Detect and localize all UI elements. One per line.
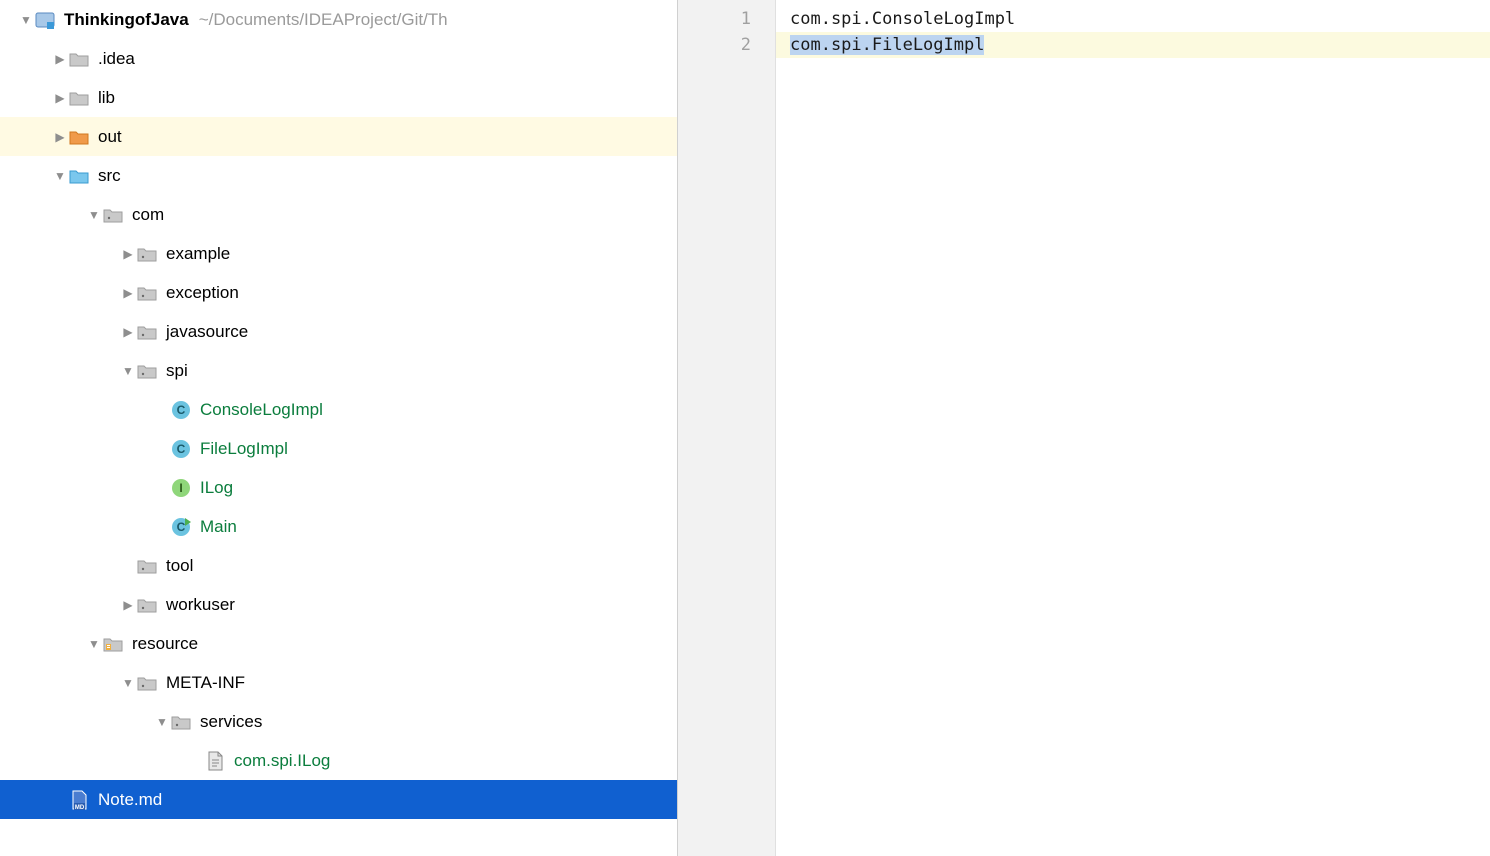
interface-icon: I: [170, 477, 192, 499]
module-icon: [34, 9, 56, 31]
chevron-right-icon[interactable]: ▶: [120, 247, 136, 261]
chevron-down-icon[interactable]: ▼: [86, 208, 102, 222]
tree-item-src[interactable]: ▼ src: [0, 156, 677, 195]
tree-item-com[interactable]: ▼ com: [0, 195, 677, 234]
tree-item-label: ThinkingofJava: [64, 10, 189, 30]
file-icon: [204, 750, 226, 772]
tree-item-label: FileLogImpl: [200, 439, 288, 459]
tree-item-consolelogimpl[interactable]: C ConsoleLogImpl: [0, 390, 677, 429]
chevron-right-icon[interactable]: ▶: [120, 325, 136, 339]
tree-item-idea[interactable]: ▶ .idea: [0, 39, 677, 78]
folder-icon: [68, 165, 90, 187]
code-text: com.spi.ConsoleLogImpl: [790, 9, 1015, 29]
editor-pane: 12 com.spi.ConsoleLogImpl com.spi.FileLog…: [678, 0, 1490, 856]
package-icon: [136, 321, 158, 343]
code-line[interactable]: com.spi.FileLogImpl: [776, 32, 1490, 58]
tree-item-label: resource: [132, 634, 198, 654]
tree-item-label: out: [98, 127, 122, 147]
tree-item-label: spi: [166, 361, 188, 381]
tree-item-label: META-INF: [166, 673, 245, 693]
code-line[interactable]: com.spi.ConsoleLogImpl: [776, 6, 1490, 32]
editor-code[interactable]: com.spi.ConsoleLogImpl com.spi.FileLogImp…: [776, 0, 1490, 856]
svg-text:MD: MD: [75, 805, 85, 811]
tree-item-notemd[interactable]: MD Note.md: [0, 780, 677, 819]
markdown-file-icon: MD: [68, 789, 90, 811]
package-icon: [136, 594, 158, 616]
tree-item-label: com: [132, 205, 164, 225]
tree-item-lib[interactable]: ▶ lib: [0, 78, 677, 117]
tree-item-main[interactable]: C Main: [0, 507, 677, 546]
tree-item-label: ConsoleLogImpl: [200, 400, 323, 420]
chevron-right-icon[interactable]: ▶: [120, 286, 136, 300]
project-path-hint: ~/Documents/IDEAProject/Git/Th: [199, 10, 448, 30]
tree-item-tool[interactable]: tool: [0, 546, 677, 585]
class-run-icon: C: [170, 516, 192, 538]
chevron-down-icon[interactable]: ▼: [120, 676, 136, 690]
gutter-line-number[interactable]: 2: [678, 32, 751, 58]
tree-item-label: .idea: [98, 49, 135, 69]
tree-item-javasource[interactable]: ▶ javasource: [0, 312, 677, 351]
tree-item-label: lib: [98, 88, 115, 108]
package-icon: [136, 672, 158, 694]
folder-icon: [68, 87, 90, 109]
svg-text:C: C: [177, 520, 186, 534]
tree-item-workuser[interactable]: ▶ workuser: [0, 585, 677, 624]
tree-item-resource[interactable]: ▼ resource: [0, 624, 677, 663]
tree-item-label: exception: [166, 283, 239, 303]
chevron-down-icon[interactable]: ▼: [154, 715, 170, 729]
package-icon: [136, 555, 158, 577]
svg-text:C: C: [177, 442, 186, 456]
svg-text:C: C: [177, 403, 186, 417]
tree-item-label: Note.md: [98, 790, 162, 810]
folder-icon: [68, 126, 90, 148]
chevron-down-icon[interactable]: ▼: [86, 637, 102, 651]
tree-item-label: ILog: [200, 478, 233, 498]
chevron-right-icon[interactable]: ▶: [52, 130, 68, 144]
package-icon: [102, 204, 124, 226]
chevron-right-icon[interactable]: ▶: [120, 598, 136, 612]
tree-item-label: src: [98, 166, 121, 186]
resource-folder-icon: [102, 633, 124, 655]
tree-item-ilog[interactable]: I ILog: [0, 468, 677, 507]
project-tree: ▼ ThinkingofJava ~/Documents/IDEAProject/G…: [0, 0, 678, 856]
tree-item-label: workuser: [166, 595, 235, 615]
folder-icon: [68, 48, 90, 70]
tree-item-label: services: [200, 712, 262, 732]
tree-item-services[interactable]: ▼ services: [0, 702, 677, 741]
package-icon: [136, 282, 158, 304]
tree-item-example[interactable]: ▶ example: [0, 234, 677, 273]
tree-item-root[interactable]: ▼ ThinkingofJava ~/Documents/IDEAProject/G…: [0, 0, 677, 39]
class-icon: C: [170, 399, 192, 421]
package-icon: [136, 360, 158, 382]
tree-item-metainf[interactable]: ▼ META-INF: [0, 663, 677, 702]
tree-item-label: javasource: [166, 322, 248, 342]
package-icon: [136, 243, 158, 265]
class-icon: C: [170, 438, 192, 460]
chevron-down-icon[interactable]: ▼: [52, 169, 68, 183]
chevron-right-icon[interactable]: ▶: [52, 91, 68, 105]
tree-item-spi[interactable]: ▼ spi: [0, 351, 677, 390]
tree-item-exception[interactable]: ▶ exception: [0, 273, 677, 312]
tree-item-out[interactable]: ▶ out: [0, 117, 677, 156]
tree-item-label: com.spi.ILog: [234, 751, 330, 771]
chevron-right-icon[interactable]: ▶: [52, 52, 68, 66]
tree-item-filelogimpl[interactable]: C FileLogImpl: [0, 429, 677, 468]
editor-gutter: 12: [678, 0, 776, 856]
package-icon: [170, 711, 192, 733]
gutter-line-number[interactable]: 1: [678, 6, 751, 32]
chevron-down-icon[interactable]: ▼: [18, 13, 34, 27]
tree-item-label: example: [166, 244, 230, 264]
tree-item-comspiilog[interactable]: com.spi.ILog: [0, 741, 677, 780]
chevron-down-icon[interactable]: ▼: [120, 364, 136, 378]
svg-text:I: I: [179, 481, 182, 495]
code-text: com.spi.FileLogImpl: [790, 35, 984, 55]
tree-item-label: Main: [200, 517, 237, 537]
tree-item-label: tool: [166, 556, 193, 576]
